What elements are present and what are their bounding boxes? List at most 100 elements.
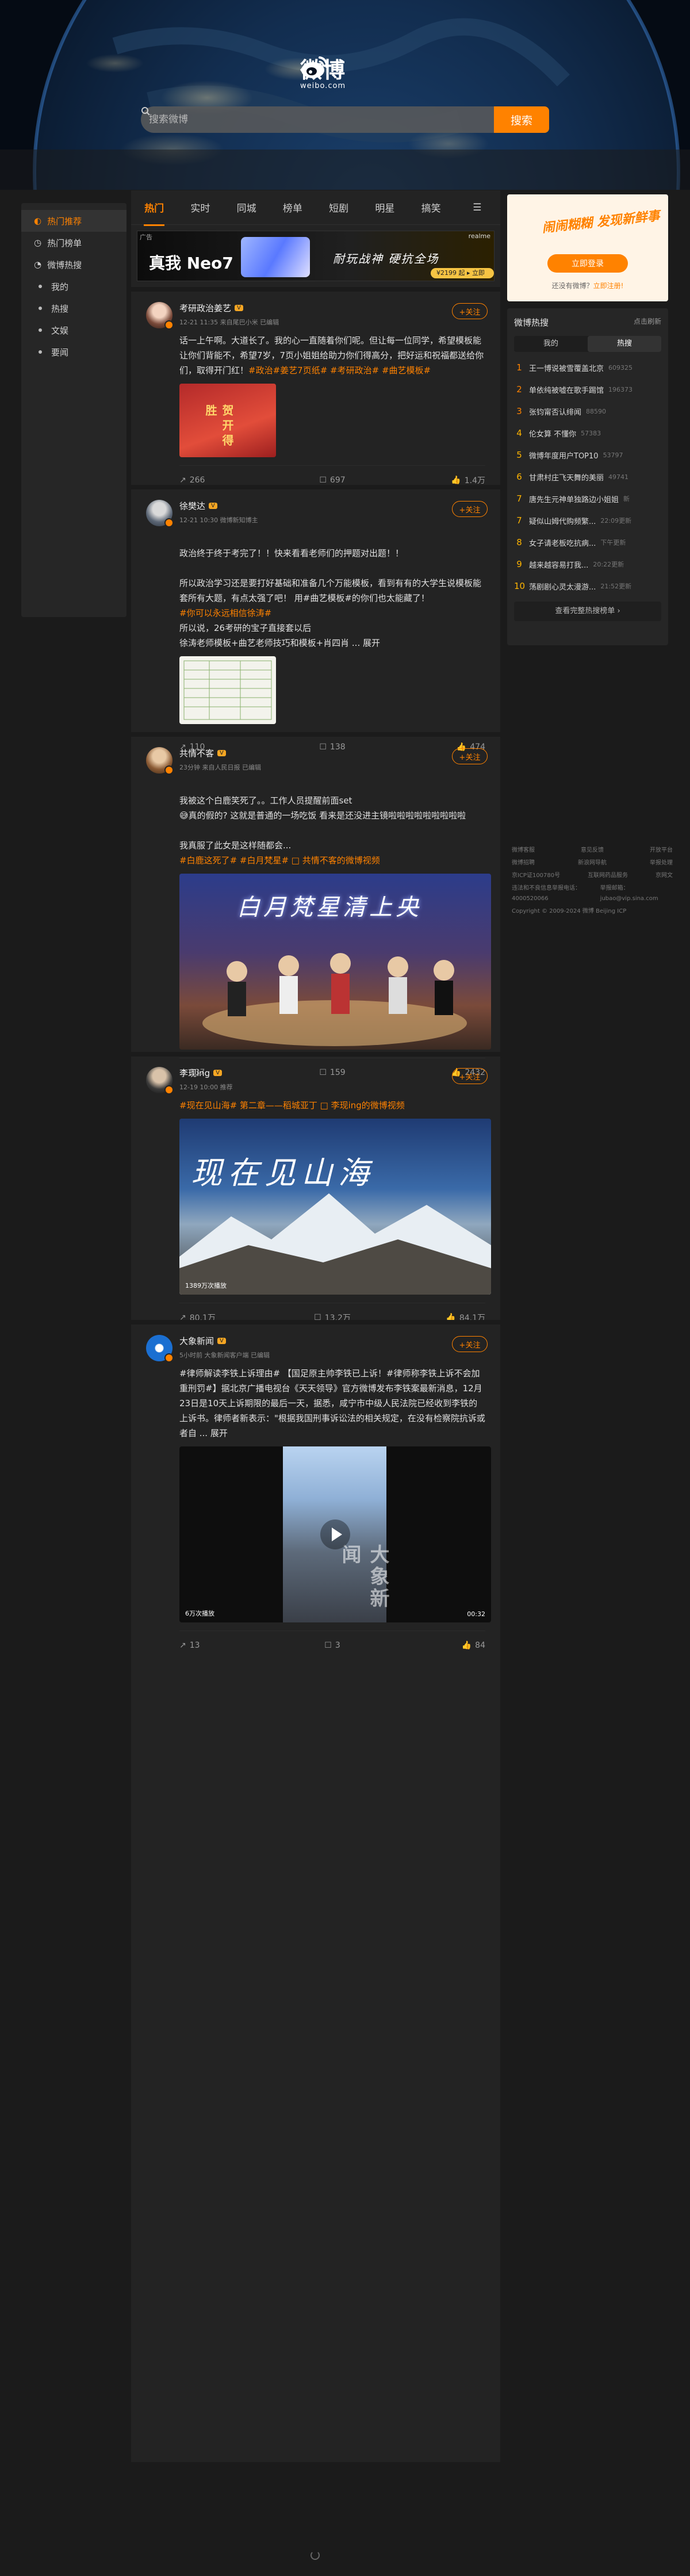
author-name[interactable]: 大象新闻 — [179, 1335, 214, 1347]
follow-button[interactable]: +关注 — [452, 501, 488, 517]
comment-button[interactable]: ☐ 3 — [281, 1641, 383, 1650]
sidebar-sub-news[interactable]: 要闻 — [21, 341, 126, 363]
tab-funny[interactable]: 搞笑 — [408, 200, 454, 215]
footer-link[interactable]: 举报邮箱：jubao@vip.sina.com — [600, 883, 673, 904]
post-tags[interactable]: #白鹿这死了# #白月梵星# □ 共情不客的微博视频 — [179, 855, 380, 866]
post-image[interactable] — [179, 656, 276, 724]
loading-spinner-icon — [310, 2551, 320, 2560]
play-icon[interactable] — [319, 1518, 351, 1551]
ad-price-pill[interactable]: ¥2199 起 ▸ 立即抢购 — [431, 268, 494, 281]
search-button[interactable]: 搜索 — [494, 106, 549, 133]
footer-link[interactable]: 开放平台 — [650, 845, 673, 856]
login-button[interactable]: 立即登录 — [547, 254, 628, 273]
seg-mine[interactable]: 我的 — [514, 336, 588, 352]
follow-button[interactable]: +关注 — [452, 303, 488, 319]
hot-search-item[interactable]: 7 疑似山姆代购频繁... 22:09更新 — [514, 510, 661, 531]
footer-row: 违法和不良信息举报电话：4000520066 举报邮箱：jubao@vip.sin… — [512, 883, 673, 904]
avatar[interactable] — [146, 1335, 174, 1362]
tab-more-menu[interactable]: ☰ — [454, 202, 500, 213]
footer-link[interactable]: 意见反馈 — [581, 845, 604, 856]
refresh-link[interactable]: 点击刷新 — [634, 316, 661, 332]
sidebar-item-hot-list[interactable]: ◷ 热门榜单 — [21, 232, 126, 254]
avatar[interactable] — [146, 500, 174, 527]
avatar[interactable] — [146, 1067, 174, 1094]
footer-link[interactable]: 微博客服 — [512, 845, 535, 856]
ad-banner[interactable]: 广告 realme 真我 Neo7 耐玩战神 硬抗全场 ¥2199 起 ▸ 立即… — [137, 231, 494, 281]
like-button[interactable]: 👍 84 — [384, 1641, 485, 1650]
comment-count: 3 — [335, 1640, 340, 1650]
sidebar-sub-hot[interactable]: 热搜 — [21, 297, 126, 319]
post-tags[interactable]: #政治#姜艺7页纸# #考研政治# #曲艺模板# — [248, 365, 431, 376]
sidebar-item-hot-search[interactable]: ◔ 微博热搜 — [21, 254, 126, 275]
hot-search-item[interactable]: 7 唐先生元神单独路边小姐姐新 — [514, 488, 661, 510]
tab-realtime[interactable]: 实时 — [177, 200, 223, 215]
view-full-list-button[interactable]: 查看完整热搜榜单 › — [514, 602, 661, 621]
follow-button[interactable]: +关注 — [452, 1336, 488, 1352]
share-icon: ↗ — [179, 1640, 186, 1650]
tab-hot[interactable]: 热门 — [131, 200, 177, 226]
rank-number: 9 — [516, 559, 522, 569]
post-video[interactable]: 现在见山海 1389万次播放 — [179, 1119, 491, 1295]
search-input[interactable] — [149, 114, 471, 125]
post-video[interactable]: 白月梵星清上央 — [179, 874, 491, 1050]
follow-button[interactable]: +关注 — [452, 1068, 488, 1084]
footer-link[interactable]: Copyright © 2009-2024 微博 Beijing ICP — [512, 906, 626, 917]
tab-star[interactable]: 明星 — [362, 200, 408, 215]
left-sidebar: ◐ 热门推荐 ◷ 热门榜单 ◔ 微博热搜 我的 热搜 文娱 要闻 — [21, 203, 126, 617]
hot-search-item[interactable]: 5 微博年度用户TOP10 53797 — [514, 444, 661, 466]
main-feed: 热门 实时 同城 榜单 短剧 明星 搞笑 ☰ 广告 realme 真我 Neo7… — [131, 190, 500, 2462]
hot-search-item[interactable]: 6 甘肃村庄飞天舞的美丽 49741 — [514, 466, 661, 488]
hot-search-item[interactable]: 9 越来越容易打我... 20:22更新 — [514, 553, 661, 575]
hot-search-item[interactable]: 3 张钧甯否认绯闻 88590 — [514, 400, 661, 422]
sidebar-item-hot-recommend[interactable]: ◐ 热门推荐 — [21, 210, 126, 232]
post-video[interactable]: 大象新闻 6万次播放 00:32 — [179, 1446, 491, 1622]
post-tags[interactable]: #你可以永远相信徐涛# — [179, 608, 271, 618]
hot-search-item[interactable]: 10 荡剧剧心灵太漫游... 21:52更新 — [514, 575, 661, 597]
post-image[interactable]: 贺开得胜 — [179, 384, 276, 457]
ad-slogan: 耐玩战神 硬抗全场 — [333, 252, 439, 266]
footer-link[interactable]: 互联网药品服务 — [588, 871, 628, 881]
avatar[interactable] — [146, 302, 174, 330]
phone-image — [241, 237, 310, 277]
footer-link[interactable]: 新浪网导航 — [578, 858, 607, 868]
hot-search-item[interactable]: 4 伦女算 不懂你 57383 — [514, 422, 661, 444]
image-caption: 贺开得胜 — [204, 404, 234, 449]
footer-link[interactable]: 微博招聘 — [512, 858, 535, 868]
post-meta: 23分钟 来自人民日报 已编辑 — [179, 764, 261, 771]
feed-post: 徐樊达 V 12-21 10:30 微博新知博主 +关注 政治终于终于考完了！！快… — [131, 485, 500, 752]
footer-link[interactable]: 违法和不良信息举报电话：4000520066 — [512, 883, 600, 904]
level-badge: V — [217, 750, 226, 756]
list-icon: ◷ — [34, 238, 42, 248]
verified-icon — [164, 518, 174, 527]
comment-count: 697 — [329, 475, 346, 485]
hot-search-panel: 微博热搜 点击刷新 我的 热搜 1 王一博说被雪覆盖北京 609325 2 单依纯被嘘在… — [507, 308, 668, 645]
comment-button[interactable]: ☐ 697 — [281, 476, 383, 485]
follow-button[interactable]: +关注 — [452, 748, 488, 764]
post-tags[interactable]: #现在见山海# 第二章——稻城亚丁 □ 李现ing的微博视频 — [179, 1100, 405, 1111]
tab-local[interactable]: 同城 — [224, 200, 270, 215]
footer-link[interactable]: 举报处理 — [650, 858, 673, 868]
share-button[interactable]: ↗ 266 — [179, 476, 281, 485]
like-button[interactable]: 👍 1.4万 — [384, 474, 485, 486]
seg-hot[interactable]: 热搜 — [588, 336, 661, 352]
author-name[interactable]: 考研政治姜艺 — [179, 302, 231, 314]
footer-link[interactable]: 京ICP证100780号 — [512, 871, 560, 881]
hot-keyword: 微博年度用户TOP10 — [529, 451, 599, 461]
hot-search-item[interactable]: 1 王一博说被雪覆盖北京 609325 — [514, 357, 661, 378]
sidebar-sub-ent[interactable]: 文娱 — [21, 319, 126, 341]
rank-number: 2 — [516, 384, 522, 395]
author-name[interactable]: 李现ing — [179, 1067, 210, 1079]
hot-search-item[interactable]: 2 单依纯被嘘在歌手踢馆 196373 — [514, 378, 661, 400]
share-button[interactable]: ↗ 13 — [179, 1641, 281, 1650]
footer-link[interactable]: 京网文 — [656, 871, 673, 881]
hot-search-item[interactable]: 8 女子请老板吃抗病... 下午更新 — [514, 531, 661, 553]
tab-rank[interactable]: 榜单 — [270, 200, 316, 215]
rank-number: 3 — [516, 406, 522, 416]
tab-short-drama[interactable]: 短剧 — [316, 200, 362, 215]
author-name[interactable]: 共情不客 — [179, 747, 214, 759]
author-name[interactable]: 徐樊达 — [179, 500, 205, 512]
register-link[interactable]: 立即注册! — [593, 282, 624, 290]
avatar[interactable] — [146, 747, 174, 775]
sidebar-sub-mine[interactable]: 我的 — [21, 275, 126, 297]
weibo-logo[interactable]: 微博 weibo.com — [300, 54, 392, 94]
